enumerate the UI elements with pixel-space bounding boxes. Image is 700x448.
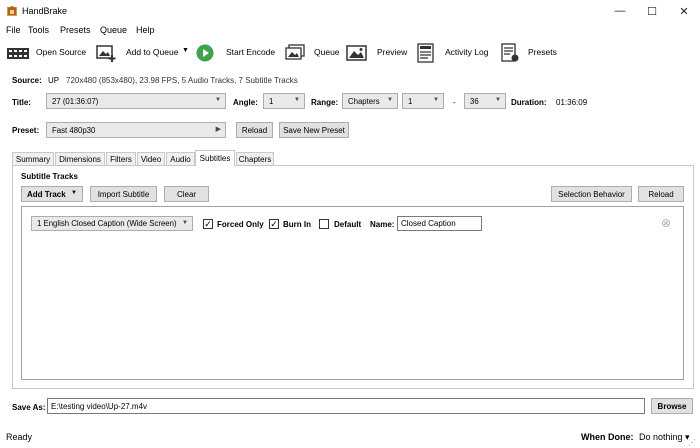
burn-in-checkbox[interactable]: ✓ [269, 219, 279, 229]
check-icon: ✓ [270, 218, 278, 229]
range-value: Chapters [348, 96, 380, 106]
add-track-button[interactable]: Add Track ▼ [21, 186, 83, 202]
forced-only-label: Forced Only [217, 220, 264, 229]
title-dropdown[interactable]: 27 (01:36:07) ▼ [46, 93, 226, 109]
default-label: Default [334, 220, 362, 229]
range-dash: - [453, 98, 456, 107]
window-title: HandBrake [22, 6, 68, 16]
add-to-queue-dropdown-icon[interactable]: ▼ [182, 47, 189, 54]
queue-icon[interactable] [284, 43, 306, 63]
preset-selector[interactable]: Fast 480p30 ▶ [46, 122, 226, 138]
open-source-button[interactable]: Open Source [36, 47, 86, 57]
range-end-value: 36 [470, 96, 479, 106]
activity-log-icon[interactable] [416, 43, 436, 63]
add-image-icon[interactable] [96, 43, 116, 63]
subtitles-reload-button[interactable]: Reload [638, 186, 684, 202]
play-icon[interactable] [196, 44, 214, 62]
source-info: 720x480 (853x480), 23.98 FPS, 5 Audio Tr… [66, 76, 298, 85]
handbrake-logo-icon [7, 6, 17, 16]
tab-summary[interactable]: Summary [12, 152, 54, 165]
maximize-button[interactable]: ☐ [636, 0, 668, 22]
activity-log-button[interactable]: Activity Log [445, 47, 488, 57]
tab-chapters[interactable]: Chapters [236, 152, 274, 165]
menu-queue[interactable]: Queue [100, 25, 127, 35]
preview-icon[interactable] [346, 43, 368, 63]
status-text: Ready [6, 432, 33, 442]
forced-only-checkbox[interactable]: ✓ [203, 219, 213, 229]
track-name-label: Name: [370, 220, 395, 229]
tab-audio[interactable]: Audio [166, 152, 195, 165]
angle-value: 1 [269, 96, 274, 106]
presets-button[interactable]: Presets [528, 47, 557, 57]
menu-help[interactable]: Help [136, 25, 155, 35]
tab-video[interactable]: Video [137, 152, 165, 165]
save-as-label: Save As: [12, 403, 46, 412]
chevron-down-icon: ▼ [294, 97, 300, 103]
menu-tools[interactable]: Tools [28, 25, 49, 35]
subtitle-track-dropdown[interactable]: 1 English Closed Caption (Wide Screen) ▼ [31, 216, 193, 231]
chevron-down-icon: ▼ [387, 97, 393, 103]
angle-label: Angle: [233, 98, 258, 107]
import-subtitle-button[interactable]: Import Subtitle [90, 186, 157, 202]
when-done-dropdown[interactable]: Do nothing ▾ [639, 432, 690, 443]
minimize-button[interactable]: — [604, 0, 636, 22]
source-label: Source: [12, 76, 42, 85]
preview-button[interactable]: Preview [377, 47, 407, 57]
add-to-queue-button[interactable]: Add to Queue [126, 47, 178, 57]
add-track-label: Add Track [27, 189, 66, 199]
clear-button[interactable]: Clear [164, 186, 209, 202]
chevron-down-icon: ▼ [215, 97, 221, 103]
queue-button[interactable]: Queue [314, 47, 340, 57]
remove-track-icon[interactable]: ⊗ [661, 216, 671, 230]
chevron-right-icon: ▶ [215, 126, 221, 133]
duration-label: Duration: [511, 98, 547, 107]
when-done-label: When Done: [581, 432, 634, 442]
range-start-value: 1 [408, 96, 413, 106]
browse-button[interactable]: Browse [651, 398, 693, 414]
title-label: Title: [12, 98, 31, 107]
duration-value: 01:36:09 [556, 98, 588, 107]
tab-filters[interactable]: Filters [106, 152, 136, 165]
preset-value: Fast 480p30 [52, 125, 96, 135]
save-new-preset-button[interactable]: Save New Preset [279, 122, 349, 138]
check-icon: ✓ [204, 218, 212, 229]
close-button[interactable]: ✕ [668, 0, 700, 22]
film-strip-icon[interactable] [6, 43, 30, 63]
default-checkbox[interactable] [319, 219, 329, 229]
preset-label: Preset: [12, 126, 40, 135]
chevron-down-icon: ▼ [182, 220, 188, 226]
source-name: UP [48, 76, 60, 85]
chevron-down-icon: ▼ [495, 97, 501, 103]
burn-in-label: Burn In [283, 220, 311, 229]
tab-subtitles[interactable]: Subtitles [195, 150, 235, 166]
subtitle-tracks-heading: Subtitle Tracks [21, 172, 78, 181]
range-label: Range: [311, 98, 339, 107]
tab-dimensions[interactable]: Dimensions [55, 152, 105, 165]
selection-behavior-button[interactable]: Selection Behavior [551, 186, 632, 202]
title-bar [0, 0, 700, 22]
chevron-down-icon: ▼ [71, 190, 77, 196]
preset-reload-button[interactable]: Reload [236, 122, 273, 138]
range-end-dropdown[interactable]: 36 ▼ [464, 93, 506, 109]
save-as-input[interactable]: E:\testing video\Up-27.m4v [47, 398, 645, 414]
range-start-dropdown[interactable]: 1 ▼ [402, 93, 444, 109]
angle-dropdown[interactable]: 1 ▼ [263, 93, 305, 109]
track-name-input[interactable]: Closed Caption [397, 216, 482, 231]
menu-presets[interactable]: Presets [60, 25, 91, 35]
resize-grip-icon[interactable]: ⋰ [688, 438, 696, 447]
chevron-down-icon: ▼ [433, 97, 439, 103]
start-encode-button[interactable]: Start Encode [226, 47, 275, 57]
title-value: 27 (01:36:07) [52, 96, 99, 106]
subtitle-track-list [21, 206, 684, 380]
presets-icon[interactable] [500, 43, 520, 63]
range-dropdown[interactable]: Chapters ▼ [342, 93, 398, 109]
subtitle-track-value: 1 English Closed Caption (Wide Screen) [37, 219, 177, 228]
menu-file[interactable]: File [6, 25, 21, 35]
